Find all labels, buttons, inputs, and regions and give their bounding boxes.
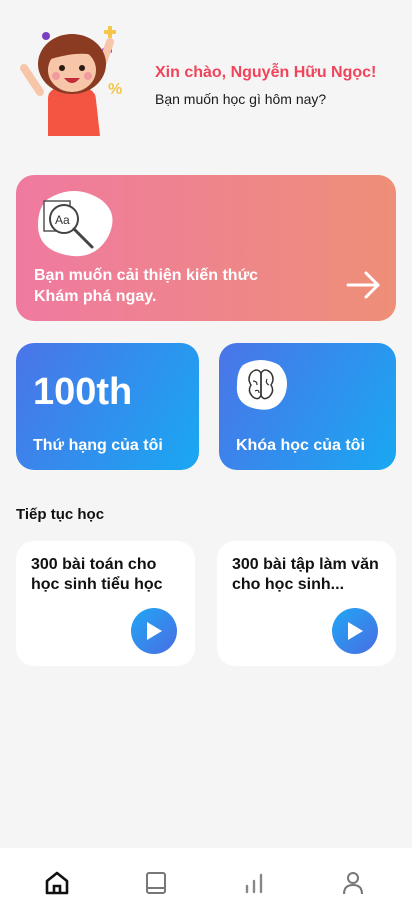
profile-icon[interactable] [340,870,366,896]
banner-line-2: Khám phá ngay. [34,288,157,305]
play-icon [348,622,363,640]
rank-label: Thứ hạng của tôi [33,437,163,454]
lesson-title: 300 bài toán cho học sinh tiểu học [31,556,163,593]
svg-text:Aa: Aa [55,213,70,227]
continue-learning-title: Tiếp tục học [16,506,105,523]
arrow-right-icon[interactable] [346,269,382,301]
dictionary-search-icon: Aa [38,191,113,257]
chart-icon[interactable] [241,870,267,896]
play-icon [147,622,162,640]
greeting-subtitle: Bạn muốn học gì hôm nay? [155,91,327,107]
brain-icon [236,360,287,410]
play-button[interactable] [131,608,177,654]
mascot-girl-illustration: % [20,26,122,136]
rank-value: 100th [33,371,133,413]
lesson-title: 300 bài tập làm văn cho học sinh... [232,556,379,593]
svg-text:%: % [108,81,122,98]
lesson-card[interactable]: 300 bài tập làm văn cho học sinh... [217,541,396,666]
my-courses-card[interactable]: Khóa học của tôi [219,343,396,470]
header: % Xin chào, Nguyễn Hữu Ngọc! Bạn muốn họ… [0,0,412,150]
bottom-navigation [0,848,412,917]
banner-line-1: Bạn muốn cải thiện kiến thức [34,267,259,284]
greeting-text: Xin chào, Nguyễn Hữu Ngọc! [155,64,377,81]
explore-banner[interactable]: Aa Bạn muốn cải thiện kiến thức Khám phá… [16,175,396,321]
courses-label: Khóa học của tôi [236,437,365,454]
home-icon[interactable] [44,870,70,896]
my-rank-card[interactable]: 100th Thứ hạng của tôi [16,343,199,470]
lesson-card[interactable]: 300 bài toán cho học sinh tiểu học [16,541,195,666]
play-button[interactable] [332,608,378,654]
book-icon[interactable] [143,870,169,896]
